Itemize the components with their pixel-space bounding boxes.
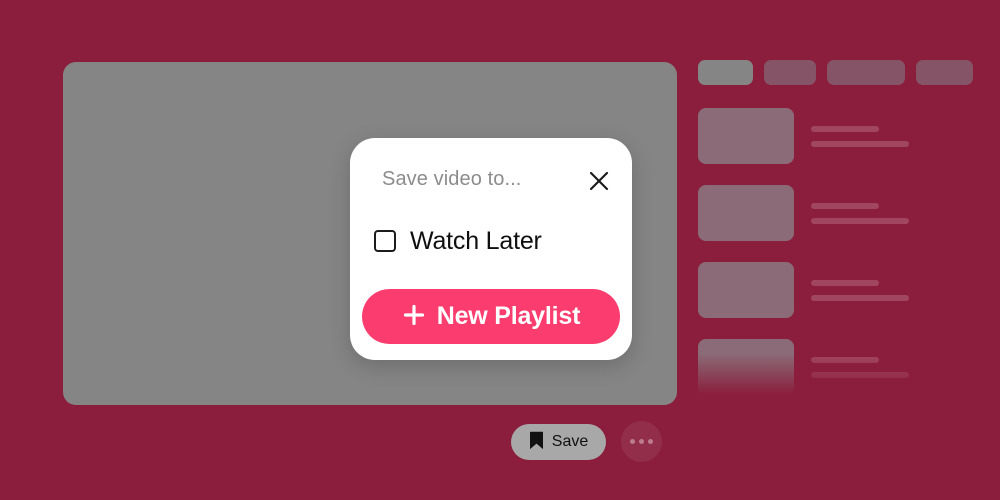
more-horizontal-icon <box>639 439 644 444</box>
close-icon[interactable] <box>584 166 614 196</box>
list-item[interactable] <box>698 262 968 318</box>
list-item[interactable] <box>698 339 968 395</box>
bookmark-icon <box>529 431 544 453</box>
app-root: Save video to... Watch Later New Playlis… <box>0 0 1000 500</box>
modal-title: Save video to... <box>382 168 522 190</box>
more-options-button[interactable] <box>621 421 662 462</box>
plus-icon <box>402 303 426 330</box>
thumbnail-placeholder <box>698 108 794 164</box>
text-line-placeholder <box>811 218 909 224</box>
sidebar <box>698 60 973 400</box>
text-line-placeholder <box>811 280 879 286</box>
filter-chip[interactable] <box>916 60 973 85</box>
save-button[interactable]: Save <box>511 424 606 460</box>
filter-chip[interactable] <box>827 60 905 85</box>
text-line-placeholder <box>811 126 879 132</box>
watch-later-checkbox[interactable] <box>374 230 396 252</box>
save-button-label: Save <box>551 433 589 450</box>
thumbnail-placeholder <box>698 339 794 395</box>
more-horizontal-icon <box>630 439 635 444</box>
playlist-option-watch-later[interactable]: Watch Later <box>350 216 632 266</box>
thumbnail-placeholder <box>698 262 794 318</box>
save-video-modal: Save video to... Watch Later New Playlis… <box>350 138 632 360</box>
text-line-placeholder <box>811 372 909 378</box>
text-line-placeholder <box>811 203 879 209</box>
text-line-placeholder <box>811 141 909 147</box>
list-item[interactable] <box>698 108 968 164</box>
text-line-placeholder <box>811 295 909 301</box>
filter-chip-row <box>698 60 973 85</box>
new-playlist-button[interactable]: New Playlist <box>362 289 620 344</box>
watch-later-label: Watch Later <box>410 226 542 255</box>
filter-chip[interactable] <box>698 60 753 85</box>
more-horizontal-icon <box>648 439 653 444</box>
new-playlist-label: New Playlist <box>436 302 581 330</box>
modal-header: Save video to... <box>350 138 632 202</box>
filter-chip[interactable] <box>764 60 816 85</box>
list-item[interactable] <box>698 185 968 241</box>
recommendation-list <box>698 108 968 400</box>
text-line-placeholder <box>811 357 879 363</box>
thumbnail-placeholder <box>698 185 794 241</box>
